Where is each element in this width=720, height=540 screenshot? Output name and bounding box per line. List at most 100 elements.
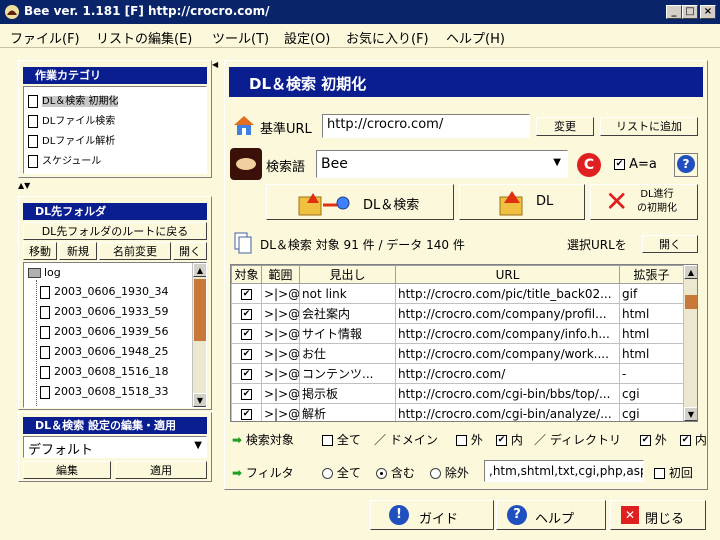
minimize-button[interactable]: _ (666, 5, 682, 19)
help-search-button[interactable]: ? (674, 153, 698, 177)
category-item-dl-file-search[interactable]: DLファイル検索 (28, 112, 115, 128)
reset-progress-button[interactable]: ✕ DL進行 の初期化 (590, 184, 698, 220)
row-checkbox[interactable]: ✔ (241, 288, 252, 300)
scroll-thumb[interactable] (194, 279, 206, 341)
category-item-schedule[interactable]: スケジュール (28, 152, 101, 168)
page-icon (40, 385, 50, 399)
search-target-row: ➡ 検索対象 (232, 433, 294, 447)
close-button[interactable]: ✕ 閉じる (610, 500, 706, 530)
target-all-checkbox[interactable]: 全て (322, 431, 361, 448)
clear-search-icon[interactable]: C (577, 153, 601, 177)
category-item-dl-search-init[interactable]: DL＆検索 初期化 (28, 92, 119, 108)
filter-exclude-radio[interactable]: 除外 (430, 464, 469, 481)
base-url-input[interactable]: http://crocro.com/ (322, 114, 530, 138)
guide-button[interactable]: ! ガイド (370, 500, 494, 530)
page-icon (28, 134, 38, 148)
scroll-up-icon[interactable]: ▲ (684, 265, 697, 279)
radio-unchecked[interactable] (322, 468, 333, 479)
domain-inside-checkbox[interactable]: ✔ 内 (496, 431, 523, 448)
table-row[interactable]: ✔ >|>@ 会社案内 http://crocro.com/company/pr… (231, 303, 684, 324)
filter-all-radio[interactable]: 全て (322, 464, 361, 481)
checkbox-checked[interactable]: ✔ (614, 159, 625, 170)
table-row[interactable]: ✔ >|>@ 解析 http://crocro.com/cgi-bin/anal… (231, 403, 684, 421)
column-header-url[interactable]: URL (395, 265, 620, 284)
close-window-button[interactable]: × (700, 5, 716, 19)
open-selected-url-button[interactable]: 開く (642, 235, 698, 253)
chevron-down-icon[interactable]: ▼ (553, 157, 561, 168)
folder-new-button[interactable]: 新規 (59, 242, 97, 260)
folder-scrollbar[interactable]: ▲ ▼ (192, 263, 206, 407)
page-icon (40, 325, 50, 339)
dl-search-button[interactable]: DL＆検索 (266, 184, 454, 220)
menu-favorites[interactable]: お気に入り(F) (346, 28, 429, 47)
scroll-thumb[interactable] (685, 295, 697, 309)
checkbox-unchecked[interactable] (322, 435, 333, 446)
row-checkbox[interactable]: ✔ (241, 408, 252, 420)
menu-settings[interactable]: 設定(O) (284, 28, 330, 47)
folder-open-button[interactable]: 開く (173, 242, 207, 260)
row-checkbox[interactable]: ✔ (241, 348, 252, 360)
maximize-button[interactable]: □ (682, 5, 698, 19)
filter-extensions-input[interactable]: ,htm,shtml,txt,cgi,php,asp (484, 460, 644, 482)
collapse-left-icon[interactable]: ◀ (212, 60, 218, 69)
splitter-arrows-icon[interactable]: ▲▼ (18, 181, 30, 190)
column-header-scope[interactable]: 範囲 (261, 265, 300, 284)
menu-help[interactable]: ヘルプ(H) (446, 28, 505, 47)
search-term-input[interactable]: Bee ▼ (316, 150, 568, 178)
menu-list-edit[interactable]: リストの編集(E) (96, 28, 192, 47)
category-item-dl-file-analyze[interactable]: DLファイル解析 (28, 132, 115, 148)
radio-unchecked[interactable] (430, 468, 441, 479)
radio-checked[interactable] (376, 468, 387, 479)
table-row[interactable]: ✔ >|>@ お仕 http://crocro.com/company/work… (231, 343, 684, 364)
domain-label: ／ ドメイン (374, 433, 438, 447)
change-button[interactable]: 変更 (536, 117, 594, 136)
folder-item[interactable]: 2003_0606_1939_56 (40, 325, 168, 339)
column-header-extension[interactable]: 拡張子 (619, 265, 684, 284)
scroll-down-icon[interactable]: ▼ (193, 393, 206, 407)
checkbox-checked[interactable]: ✔ (680, 435, 691, 446)
main-header: DL＆検索 初期化 (229, 67, 703, 97)
folder-item[interactable]: 2003_0606_1933_59 (40, 305, 168, 319)
settings-select[interactable]: デフォルト ▼ (23, 436, 207, 458)
folder-rename-button[interactable]: 名前変更 (99, 242, 171, 260)
row-checkbox[interactable]: ✔ (241, 388, 252, 400)
filter-first-checkbox[interactable]: 初回 (654, 464, 693, 481)
row-checkbox[interactable]: ✔ (241, 328, 252, 340)
scroll-up-icon[interactable]: ▲ (193, 263, 206, 277)
column-header-target[interactable]: 対象 (231, 265, 262, 284)
folder-item[interactable]: 2003_0606_1930_34 (40, 285, 168, 299)
menu-tools[interactable]: ツール(T) (212, 28, 269, 47)
table-row[interactable]: ✔ >|>@ コンテンツ... http://crocro.com/ - (231, 363, 684, 384)
menu-file[interactable]: ファイル(F) (10, 28, 80, 47)
checkbox-unchecked[interactable] (456, 435, 467, 446)
table-row[interactable]: ✔ >|>@ サイト情報 http://crocro.com/company/i… (231, 323, 684, 344)
scroll-down-icon[interactable]: ▼ (684, 407, 697, 421)
row-checkbox[interactable]: ✔ (241, 368, 252, 380)
directory-inside-checkbox[interactable]: ✔ 内 (680, 431, 710, 448)
folder-root-button[interactable]: DL先フォルダのルートに戻る (23, 222, 207, 240)
table-row[interactable]: ✔ >|>@ not link http://crocro.com/pic/ti… (231, 283, 684, 304)
folder-item[interactable]: 2003_0606_1948_25 (40, 345, 168, 359)
add-to-list-button[interactable]: リストに追加 (600, 117, 698, 136)
help-button[interactable]: ? ヘルプ (496, 500, 606, 530)
checkbox-checked[interactable]: ✔ (496, 435, 507, 446)
cross-icon: ✕ (605, 185, 629, 218)
directory-outside-checkbox[interactable]: ✔ 外 (640, 431, 667, 448)
dl-button[interactable]: DL (459, 184, 585, 220)
folder-item[interactable]: 2003_0608_1518_33 (40, 385, 168, 399)
window-title: Bee ver. 1.181 [F] http://crocro.com/ (24, 4, 270, 18)
folder-root-log[interactable]: log (28, 266, 61, 279)
checkbox-checked[interactable]: ✔ (640, 435, 651, 446)
domain-outside-checkbox[interactable]: 外 (456, 431, 483, 448)
settings-edit-button[interactable]: 編集 (23, 461, 111, 479)
checkbox-unchecked[interactable] (654, 468, 665, 479)
table-row[interactable]: ✔ >|>@ 掲示板 http://crocro.com/cgi-bin/bbs… (231, 383, 684, 404)
filter-include-radio[interactable]: 含む (376, 464, 415, 481)
folder-item[interactable]: 2003_0608_1516_18 (40, 365, 168, 379)
case-insensitive-checkbox[interactable]: ✔ A=a (614, 157, 657, 172)
folder-move-button[interactable]: 移動 (23, 242, 57, 260)
row-checkbox[interactable]: ✔ (241, 308, 252, 320)
table-scrollbar[interactable]: ▲ ▼ (683, 265, 697, 421)
column-header-title[interactable]: 見出し (299, 265, 396, 284)
settings-apply-button[interactable]: 適用 (115, 461, 207, 479)
